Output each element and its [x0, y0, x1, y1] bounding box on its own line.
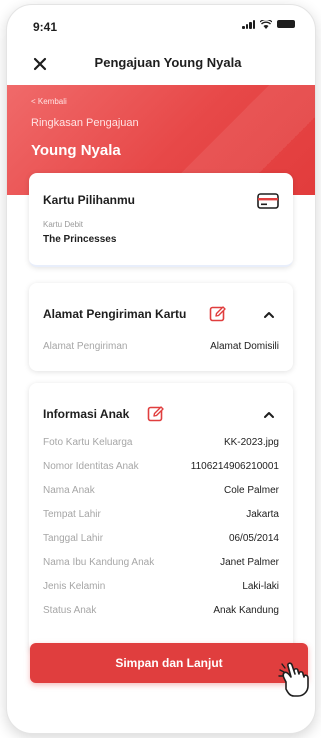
edit-icon[interactable] [209, 305, 227, 323]
status-icons [242, 20, 295, 29]
save-continue-button[interactable]: Simpan dan Lanjut [30, 643, 308, 683]
child-info-row: Tanggal Lahir 06/05/2014 [43, 533, 279, 547]
card-type-label: Kartu Debit [43, 220, 84, 229]
hero-subtitle: Ringkasan Pengajuan [31, 117, 139, 129]
child-info-row: Nomor Identitas Anak 1106214906210001 [43, 461, 279, 475]
shipping-address-title: Alamat Pengiriman Kartu [43, 307, 187, 321]
row-value: Alamat Domisili [210, 341, 279, 352]
child-info-header: Informasi Anak [43, 405, 279, 425]
chevron-up-icon[interactable] [263, 409, 275, 421]
child-info-row: Status Anak Anak Kandung [43, 605, 279, 619]
row-value: Anak Kandung [213, 605, 279, 616]
wifi-icon [260, 20, 272, 29]
row-label: Status Anak [43, 605, 97, 616]
child-info-row: Tempat Lahir Jakarta [43, 509, 279, 523]
page-title: Pengajuan Young Nyala [94, 55, 242, 70]
card-type-value: The Princesses [43, 234, 117, 245]
status-time: 9:41 [33, 20, 58, 34]
battery-icon [277, 20, 295, 28]
shipping-address-row: Alamat Pengiriman Alamat Domisili [43, 341, 279, 355]
row-value: 1106214906210001 [190, 461, 279, 472]
status-bar: 9:41 [7, 5, 315, 45]
row-label: Foto Kartu Keluarga [43, 437, 133, 448]
row-label: Alamat Pengiriman [43, 341, 128, 352]
back-link[interactable]: < Kembali [31, 97, 67, 106]
row-label: Nomor Identitas Anak [43, 461, 139, 472]
row-label: Jenis Kelamin [43, 581, 106, 592]
row-value: KK-2023.jpg [223, 437, 279, 448]
hand-pointer-icon [278, 662, 309, 697]
child-info-row: Nama Ibu Kandung Anak Janet Palmer [43, 557, 279, 571]
chevron-up-icon[interactable] [263, 309, 275, 321]
row-value: Jakarta [246, 509, 279, 520]
row-value: Laki-laki [242, 581, 279, 592]
child-info-section: Informasi Anak Foto Kartu Keluarga KK-20… [29, 383, 293, 653]
row-label: Tanggal Lahir [43, 533, 104, 544]
phone-frame: 9:41 Pengajuan Young Nyala < Kembali Rin… [6, 4, 316, 734]
row-value: 06/05/2014 [228, 533, 279, 544]
row-label: Nama Anak [43, 485, 95, 496]
row-label: Tempat Lahir [43, 509, 101, 520]
child-info-title: Informasi Anak [43, 407, 130, 421]
save-continue-label: Simpan dan Lanjut [115, 656, 223, 670]
child-info-row: Foto Kartu Keluarga KK-2023.jpg [43, 437, 279, 451]
shipping-address-header: Alamat Pengiriman Kartu [43, 305, 279, 325]
hero-title: Young Nyala [31, 142, 121, 159]
row-label: Nama Ibu Kandung Anak [43, 557, 155, 568]
child-info-row: Jenis Kelamin Laki-laki [43, 581, 279, 595]
child-info-row: Nama Anak Cole Palmer [43, 485, 279, 499]
edit-icon[interactable] [147, 405, 165, 423]
selected-card-title: Kartu Pilihanmu [43, 193, 136, 207]
selected-card-section: Kartu Pilihanmu Kartu Debit The Princess… [29, 173, 293, 267]
top-bar: Pengajuan Young Nyala [7, 45, 315, 83]
row-value: Cole Palmer [223, 485, 279, 496]
shipping-address-section: Alamat Pengiriman Kartu Alamat Pengirima… [29, 283, 293, 371]
credit-card-icon [257, 193, 279, 209]
signal-icon [242, 20, 255, 29]
row-value: Janet Palmer [220, 557, 279, 568]
